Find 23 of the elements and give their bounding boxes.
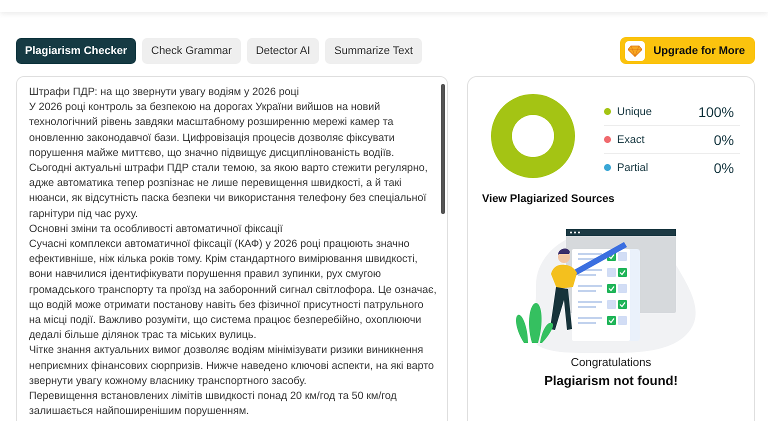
editor-text: Перевищення встановлених лімітів швидкості понад 20 км/год та 50 км/год залишається найпоширенішим порушенням.: [29, 389, 398, 420]
scrollbar[interactable]: [441, 84, 445, 214]
editor-text: Чітке знання актуальних вимог дозволяє водіям мінімізувати ризики виникнення неприємних фінансових сюрпризів. Нижче наведено ключові аспекти, на які варто звернути увагу кожному власнику транспортного засобу.: [29, 343, 435, 389]
legend-value: 0%: [714, 132, 734, 148]
editor-text: Сьогодні актуальні штрафи ПДР стали темою, за якою варто стежити регулярно, адже автоматика тепер розпізнає не лише перевищення швидкості, а й такі нюанси, як відсутність паска безпеки чи використання телефону без спеціальної гарнітури під час руху.: [29, 161, 429, 222]
tool-tab[interactable]: Check Grammar: [142, 38, 241, 64]
legend-label: Unique: [617, 106, 653, 118]
legend-value: 100%: [698, 104, 734, 120]
tool-tab[interactable]: Detector AI: [246, 38, 320, 64]
congratulations-text: Congratulations: [570, 357, 652, 369]
sources-heading: View Plagiarized Sources: [482, 193, 616, 205]
upgrade-button[interactable]: Upgrade for More: [620, 37, 755, 64]
tool-tab[interactable]: Summarize Text: [325, 38, 422, 64]
legend-value: 0%: [714, 160, 734, 176]
editor-text: Основні зміни та особливості автоматичної фіксації: [29, 222, 284, 237]
editor-text: Штрафи ПДР: на що звернути увагу водіям у 2026 році: [29, 85, 300, 100]
result-message: Plagiarism not found!: [543, 373, 679, 388]
legend-label: Partial: [617, 162, 650, 174]
legend-label: Exact: [617, 134, 646, 146]
editor-text: У 2026 році контроль за безпекою на дорогах України вийшов на новий технологічний рівень завдяки масштабному розширенню мережі камер та оновленню законодавчої бази. Цифровізація процесів дозволяє фіксувати порушення майже миттєво, що значно підвищує дисциплінованість водіїв.: [29, 100, 396, 161]
tool-tab[interactable]: Plagiarism Checker: [16, 38, 136, 64]
editor-text: Сучасні комплекси автоматичної фіксації (КАФ) у 2026 році працюють значно ефективніше, ніж кілька років тому. Крім стандартного вимірювання швидкості, вони навчилися ідентифікувати порушення правил зупинки, рух смугою громадського транспорту та проїзд на заборонний сигнал світлофора. Це означає, що водій може отримати постанову навіть без фізичної присутності патрульного на місці події. Важливо розуміти, що система працює безперебійно, охоплюючи дедалі більше ділянок трас та міських вулиць.: [29, 237, 437, 344]
text-editor[interactable]: [16, 76, 448, 421]
